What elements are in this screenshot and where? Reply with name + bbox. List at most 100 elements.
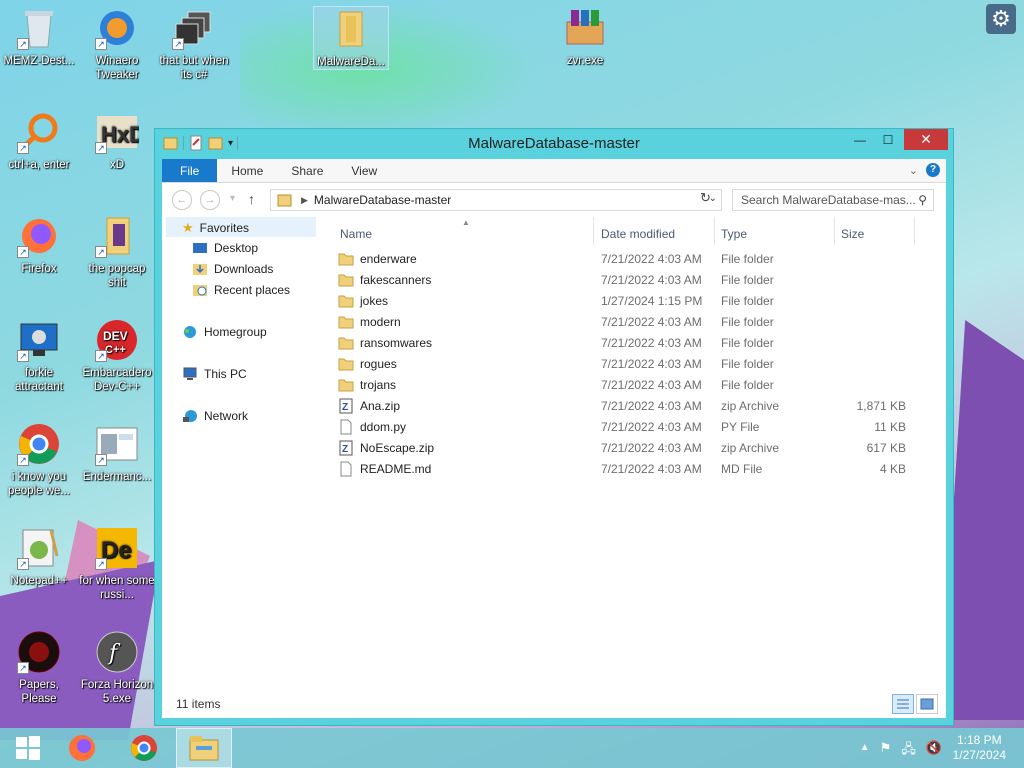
taskbar-firefox[interactable] bbox=[54, 728, 110, 768]
maximize-button[interactable]: ☐ bbox=[873, 129, 903, 150]
file-type: zip Archive bbox=[721, 441, 780, 455]
star-icon: ★ bbox=[182, 220, 194, 235]
tab-share[interactable]: Share bbox=[277, 159, 337, 182]
column-divider[interactable] bbox=[593, 217, 594, 245]
file-row[interactable]: jokes 1/27/2024 1:15 PM File folder bbox=[334, 291, 946, 312]
tab-file[interactable]: File bbox=[162, 159, 218, 182]
refresh-button[interactable]: ↻ bbox=[700, 190, 711, 206]
desktop-icon-papers-please[interactable]: ↗ Papers, Please bbox=[1, 630, 77, 706]
desktop-icon-enderman[interactable]: ↗ Endermanc... bbox=[79, 422, 155, 484]
column-divider[interactable] bbox=[834, 217, 835, 245]
shortcut-arrow-icon: ↗ bbox=[17, 558, 29, 570]
column-header-date[interactable]: Date modified bbox=[601, 227, 675, 241]
column-header-size[interactable]: Size bbox=[841, 227, 864, 241]
file-row[interactable]: ransomwares 7/21/2022 4:03 AM File folder bbox=[334, 333, 946, 354]
file-row[interactable]: enderware 7/21/2022 4:03 AM File folder bbox=[334, 249, 946, 270]
tab-home[interactable]: Home bbox=[217, 159, 277, 182]
desktop-icon-label: the popcap shit bbox=[88, 263, 146, 289]
file-row[interactable]: modern 7/21/2022 4:03 AM File folder bbox=[334, 312, 946, 333]
desktop-icon-label: Endermanc... bbox=[82, 471, 152, 483]
file-icon bbox=[340, 419, 352, 435]
nav-item-homegroup[interactable]: Homegroup bbox=[182, 325, 267, 339]
tab-view[interactable]: View bbox=[337, 159, 391, 182]
taskbar-file-explorer[interactable] bbox=[176, 728, 232, 768]
chrome-icon bbox=[131, 735, 157, 761]
settings-gear-icon[interactable]: ⚙ bbox=[986, 4, 1016, 34]
file-size: 1,871 KB bbox=[856, 399, 906, 413]
desktop-icon-popcap[interactable]: ↗ the popcap shit bbox=[79, 214, 155, 290]
forward-button[interactable]: → bbox=[200, 190, 220, 210]
file-row[interactable]: trojans 7/21/2022 4:03 AM File folder bbox=[334, 375, 946, 396]
file-type: MD File bbox=[721, 462, 763, 476]
show-hidden-icons-icon[interactable]: ▲ bbox=[860, 742, 870, 762]
desktop-icon-forkie[interactable]: ↗ forkie attractant bbox=[1, 318, 77, 394]
status-bar: 11 items bbox=[162, 690, 946, 718]
file-row[interactable]: Z NoEscape.zip 7/21/2022 4:03 AM zip Archiv… bbox=[334, 438, 946, 459]
desktop-icon-ctrl-a[interactable]: ↗ ctrl+a, enter bbox=[1, 110, 77, 172]
large-icons-view-button[interactable] bbox=[916, 694, 938, 714]
file-date: 7/21/2022 4:03 AM bbox=[601, 357, 702, 371]
desktop-icon-label: ctrl+a, enter bbox=[8, 159, 70, 171]
search-icon[interactable]: ⚲ bbox=[918, 193, 927, 207]
file-row[interactable]: Z Ana.zip 7/21/2022 4:03 AM zip Archive 1,87… bbox=[334, 396, 946, 417]
file-date: 7/21/2022 4:03 AM bbox=[601, 399, 702, 413]
nav-item-recent[interactable]: Recent places bbox=[192, 283, 290, 297]
homegroup-icon bbox=[184, 326, 196, 338]
expand-ribbon-icon[interactable]: ⌄ bbox=[909, 164, 918, 177]
file-explorer-icon bbox=[189, 736, 219, 761]
desktop-icon-xd[interactable]: HxD ↗ xD bbox=[79, 110, 155, 172]
desktop-icon-label: i know you people we... bbox=[7, 471, 70, 497]
title-bar[interactable]: ▾ MalwareDatabase-master — ☐ ✕ bbox=[155, 129, 953, 159]
file-size: 11 KB bbox=[874, 420, 906, 434]
file-row[interactable]: fakescanners 7/21/2022 4:03 AM File folder bbox=[334, 270, 946, 291]
wallpaper-shape bbox=[240, 0, 540, 140]
column-header-name[interactable]: Name bbox=[340, 227, 372, 241]
taskbar-chrome[interactable] bbox=[116, 728, 172, 768]
breadcrumb[interactable]: MalwareDatabase-master bbox=[314, 193, 451, 207]
clock[interactable]: 1:18 PM 1/27/2024 bbox=[953, 733, 1006, 763]
desktop-icon-label: Forza Horizon 5.exe bbox=[80, 679, 154, 705]
desktop-icon-firefox[interactable]: ↗ Firefox bbox=[1, 214, 77, 276]
nav-item-desktop[interactable]: Desktop bbox=[192, 241, 258, 255]
file-row[interactable]: README.md 7/21/2022 4:03 AM MD File 4 KB bbox=[334, 459, 946, 480]
close-button[interactable]: ✕ bbox=[904, 129, 948, 150]
desktop-icon-forza[interactable]: f Forza Horizon 5.exe bbox=[79, 630, 155, 706]
recent-locations-icon[interactable]: ▾ bbox=[230, 193, 235, 204]
desktop-icon-recycle-bin[interactable]: ↗ MEMZ-Dest... bbox=[1, 6, 77, 68]
nav-item-downloads[interactable]: Downloads bbox=[192, 262, 273, 276]
action-center-flag-icon[interactable]: ⚑ bbox=[880, 740, 892, 762]
start-button[interactable] bbox=[0, 728, 56, 768]
desktop-icon-winaero[interactable]: ↗ Winaero Tweaker bbox=[79, 6, 155, 82]
up-button[interactable]: ↑ bbox=[248, 191, 255, 207]
file-row[interactable]: ddom.py 7/21/2022 4:03 AM PY File 11 KB bbox=[334, 417, 946, 438]
minimize-button[interactable]: — bbox=[845, 129, 875, 150]
folder-icon bbox=[338, 379, 354, 392]
nav-label: Network bbox=[204, 409, 249, 423]
column-header-type[interactable]: Type bbox=[721, 227, 747, 241]
search-input[interactable]: Search MalwareDatabase-mas... ⚲ bbox=[732, 189, 934, 211]
column-divider[interactable] bbox=[914, 217, 915, 245]
volume-muted-icon[interactable]: 🔇 bbox=[926, 740, 942, 762]
monitor-gear-icon: ↗ bbox=[17, 318, 61, 362]
desktop-icon-malwaredatabase[interactable]: MalwareDa... bbox=[313, 6, 389, 70]
nav-item-favorites[interactable]: ★ Favorites bbox=[182, 220, 249, 236]
nav-item-network[interactable]: Network bbox=[182, 409, 248, 423]
windows-logo-icon bbox=[16, 736, 40, 760]
breadcrumb-chevron-icon[interactable]: ▶ bbox=[301, 195, 308, 206]
help-icon[interactable]: ? bbox=[926, 163, 940, 177]
details-view-button[interactable] bbox=[892, 694, 914, 714]
desktop-icon-devcpp[interactable]: DEV C++ ↗ Embarcadero Dev-C++ bbox=[79, 318, 155, 394]
back-button[interactable]: ← bbox=[172, 190, 192, 210]
network-tray-icon[interactable]: 🖧 bbox=[901, 740, 916, 762]
column-divider[interactable] bbox=[714, 217, 715, 245]
winrar-icon bbox=[563, 6, 607, 50]
file-row[interactable]: rogues 7/21/2022 4:03 AM File folder bbox=[334, 354, 946, 375]
desktop-icon-russi[interactable]: De ↗ for when some russi... bbox=[79, 526, 155, 602]
desktop-icon-chrome-shortcut[interactable]: ↗ i know you people we... bbox=[1, 422, 77, 498]
winaero-icon: ↗ bbox=[95, 6, 139, 50]
desktop-icon-zvr[interactable]: zvr.exe bbox=[547, 6, 623, 68]
address-bar[interactable]: ▶ MalwareDatabase-master ⌄ bbox=[270, 189, 722, 211]
nav-item-thispc[interactable]: This PC bbox=[182, 367, 247, 381]
desktop-icon-that-but[interactable]: ↗ that but when its c# bbox=[156, 6, 232, 82]
desktop-icon-notepadpp[interactable]: ↗ Notepad++ bbox=[1, 526, 77, 588]
